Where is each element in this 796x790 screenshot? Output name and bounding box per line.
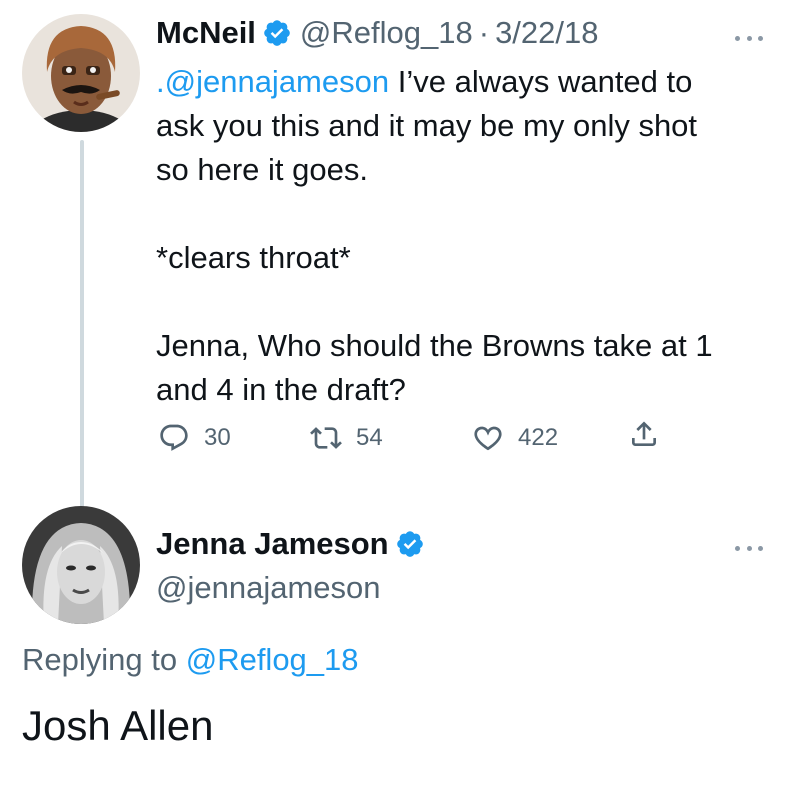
tweet-date[interactable]: 3/22/18 [495, 13, 598, 53]
retweet-icon [310, 422, 342, 454]
heart-icon [472, 422, 504, 454]
tweet-text: .@jennajameson I’ve always wanted to ask… [156, 60, 771, 412]
reply-button[interactable]: 30 [158, 418, 231, 458]
like-count: 422 [518, 424, 559, 451]
original-tweet-header: McNeil @Reflog_18 · 3/22/18 [156, 13, 599, 53]
tweet-text-line: *clears throat* [156, 240, 351, 275]
verified-badge-icon [262, 18, 292, 48]
header-separator: · [478, 15, 490, 50]
author-handle[interactable]: @jennajameson [156, 568, 381, 608]
replying-to-handle-link[interactable]: @Reflog_18 [186, 642, 359, 677]
replying-to-context: Replying to @Reflog_18 [22, 640, 359, 680]
mcneil-avatar[interactable] [22, 14, 140, 132]
replying-to-label: Replying to [22, 642, 178, 677]
verified-badge-icon [395, 529, 425, 559]
share-button[interactable] [628, 418, 660, 450]
reply-tweet-header: Jenna Jameson [156, 524, 433, 564]
mention-link[interactable]: .@jennajameson [156, 64, 389, 99]
tweet-text-line: so here it goes. [156, 152, 368, 187]
more-options-icon[interactable] [735, 543, 763, 553]
author-name[interactable]: McNeil [156, 13, 256, 53]
tweet-text-line: ask you this and it may be my only shot [156, 108, 698, 143]
like-button[interactable]: 422 [472, 418, 558, 458]
share-icon [628, 418, 660, 450]
thread-connector-line [80, 140, 84, 512]
tweet-text-line: .@jennajameson I’ve always wanted to [156, 60, 771, 104]
tweet-text-line: Jenna, Who should the Browns take at 1 [156, 328, 713, 363]
reply-count: 30 [204, 424, 231, 451]
author-name[interactable]: Jenna Jameson [156, 524, 389, 564]
tweet-thread: McNeil @Reflog_18 · 3/22/18 .@jennajames… [0, 0, 796, 790]
more-options-icon[interactable] [735, 33, 763, 43]
tweet-text-line: and 4 in the draft? [156, 372, 406, 407]
reply-tweet-text: Josh Allen [22, 702, 214, 749]
tweet-text-segment: I’ve always wanted to [389, 64, 693, 99]
author-handle[interactable]: @Reflog_18 [300, 13, 473, 53]
jenna-avatar[interactable] [22, 506, 140, 624]
reply-icon [158, 422, 190, 454]
retweet-button[interactable]: 54 [310, 418, 383, 458]
retweet-count: 54 [356, 424, 383, 451]
